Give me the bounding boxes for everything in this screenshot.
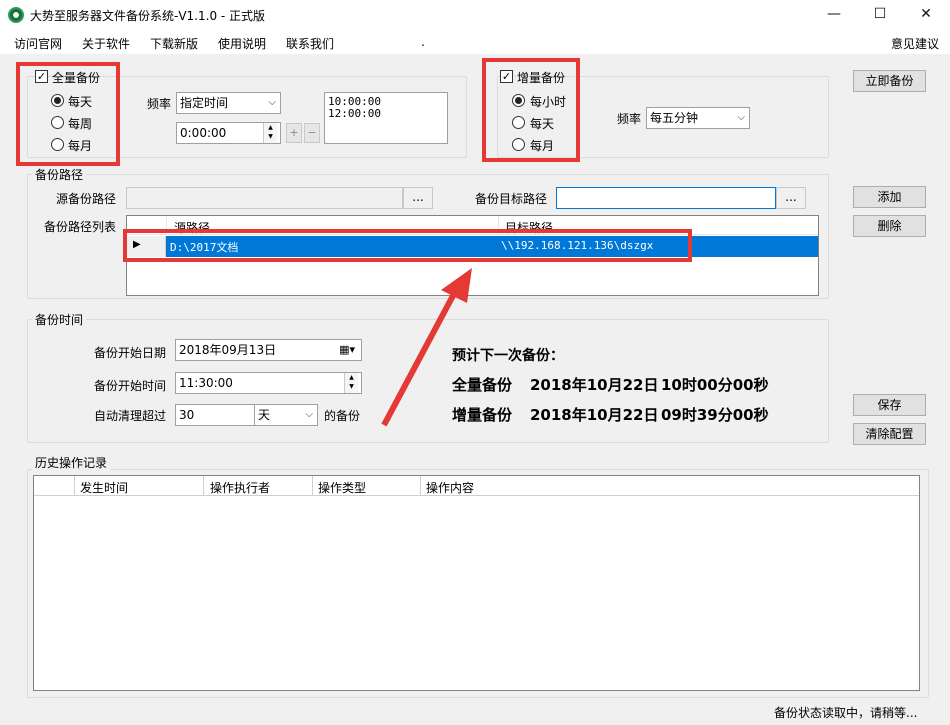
auto-clean-input[interactable]: 30	[175, 404, 255, 426]
full-time-value: 0:00:00	[180, 126, 227, 140]
menu-feedback[interactable]: 意见建议	[891, 35, 939, 52]
full-radio-daily[interactable]	[51, 94, 64, 107]
full-radio-weekly[interactable]	[51, 116, 64, 129]
inc-radio-monthly-label: 每月	[530, 139, 555, 153]
full-time-list[interactable]: 10:00:00 12:00:00	[324, 92, 448, 144]
inc-radio-monthly[interactable]	[512, 138, 525, 151]
history-title: 历史操作记录	[32, 454, 111, 471]
full-freq-value: 指定时间	[180, 96, 229, 110]
full-time-spinner[interactable]: ▲ ▼	[263, 123, 277, 143]
menu-about[interactable]: 关于软件	[82, 35, 130, 52]
spin-up-icon[interactable]: ▲	[264, 123, 277, 132]
history-col-operator[interactable]: 操作执行者	[210, 479, 270, 496]
next-full-time: 10时00分00秒	[661, 376, 769, 394]
backup-now-button[interactable]: 立即备份	[853, 70, 926, 92]
start-time-value: 11:30:00	[179, 376, 233, 390]
menu-download[interactable]: 下载新版	[150, 35, 198, 52]
auto-clean-value: 30	[179, 408, 195, 422]
inc-radio-daily-label: 每天	[530, 117, 555, 131]
save-button[interactable]: 保存	[853, 394, 926, 416]
history-table[interactable]	[33, 475, 920, 691]
chevron-down-icon: ⌵	[268, 97, 276, 108]
start-time-spinner[interactable]: ▲ ▼	[344, 373, 358, 393]
history-header	[34, 476, 919, 496]
clear-config-button[interactable]: 清除配置	[853, 423, 926, 445]
source-path-label: 源备份路径	[56, 192, 117, 206]
next-full-label: 全量备份	[452, 376, 513, 394]
incremental-backup-checkbox[interactable]: ✓	[500, 70, 513, 83]
next-full-date: 2018年10月22日	[530, 376, 659, 394]
inc-freq-label: 频率	[617, 112, 642, 126]
spin-down-icon[interactable]: ▼	[345, 382, 358, 391]
backup-time-title: 备份时间	[32, 311, 87, 328]
app-logo-icon	[8, 7, 24, 23]
next-inc-label: 增量备份	[452, 406, 513, 424]
history-col-time[interactable]: 发生时间	[80, 479, 128, 496]
window-title: 大势至服务器文件备份系统-V1.1.0 - 正式版	[30, 9, 266, 23]
path-list-label: 备份路径列表	[44, 220, 117, 234]
source-browse-button[interactable]: ...	[403, 187, 433, 209]
auto-clean-unit: 天	[258, 408, 271, 422]
incremental-backup-label: 增量备份	[517, 71, 566, 85]
highlight-box-row	[123, 229, 692, 262]
menu-visit-site[interactable]: 访问官网	[14, 35, 62, 52]
inc-radio-daily[interactable]	[512, 116, 525, 129]
add-time-button[interactable]: +	[286, 123, 302, 143]
next-backup-title: 预计下一次备份：	[452, 348, 564, 364]
inc-freq-select[interactable]: 每五分钟 ⌵	[646, 107, 750, 129]
history-col-content[interactable]: 操作内容	[426, 479, 474, 496]
chevron-down-icon: ⌵	[305, 409, 313, 420]
menu-help[interactable]: 使用说明	[218, 35, 266, 52]
target-path-input[interactable]	[556, 187, 776, 209]
start-time-input[interactable]: 11:30:00	[175, 372, 362, 394]
full-radio-weekly-label: 每周	[68, 117, 93, 131]
add-button[interactable]: 添加	[853, 186, 926, 208]
column-divider	[312, 476, 313, 496]
inc-radio-hourly[interactable]	[512, 94, 525, 107]
full-radio-monthly-label: 每月	[68, 139, 93, 153]
source-path-input[interactable]	[126, 187, 403, 209]
target-browse-button[interactable]: ...	[776, 187, 806, 209]
column-divider	[203, 476, 204, 496]
status-text: 备份状态读取中，请稍等...	[774, 706, 918, 720]
chevron-down-icon: ⌵	[737, 112, 745, 123]
column-divider	[74, 476, 75, 496]
auto-clean-suffix: 的备份	[324, 409, 361, 423]
start-date-label: 备份开始日期	[94, 346, 167, 360]
spin-down-icon[interactable]: ▼	[264, 132, 277, 141]
calendar-icon[interactable]: ▦▾	[339, 340, 355, 360]
start-date-value: 2018年09月13日	[179, 343, 277, 357]
menu-dot: .	[421, 35, 425, 49]
auto-clean-unit-select[interactable]: 天 ⌵	[254, 404, 318, 426]
history-col-type[interactable]: 操作类型	[318, 479, 366, 496]
spin-up-icon[interactable]: ▲	[345, 373, 358, 382]
start-date-picker[interactable]: 2018年09月13日 ▦▾	[175, 339, 362, 361]
inc-radio-hourly-label: 每小时	[530, 95, 567, 109]
next-inc-date: 2018年10月22日	[530, 406, 659, 424]
time-list-item[interactable]: 12:00:00	[328, 108, 447, 120]
inc-freq-value: 每五分钟	[650, 111, 699, 125]
full-radio-daily-label: 每天	[68, 95, 93, 109]
close-button[interactable]: ✕	[903, 0, 949, 30]
minimize-button[interactable]: —	[811, 0, 857, 30]
full-backup-label: 全量备份	[52, 71, 101, 85]
next-inc-time: 09时39分00秒	[661, 406, 769, 424]
full-freq-select[interactable]: 指定时间 ⌵	[176, 92, 281, 114]
maximize-button[interactable]: ☐	[857, 0, 903, 30]
column-divider	[420, 476, 421, 496]
target-path-label: 备份目标路径	[475, 192, 548, 206]
menu-bar	[0, 30, 950, 54]
backup-path-title: 备份路径	[32, 166, 87, 183]
auto-clean-label: 自动清理超过	[94, 409, 167, 423]
remove-time-button[interactable]: −	[304, 123, 320, 143]
delete-button[interactable]: 删除	[853, 215, 926, 237]
full-freq-label: 频率	[147, 97, 172, 111]
full-backup-checkbox[interactable]: ✓	[35, 70, 48, 83]
start-time-label: 备份开始时间	[94, 379, 167, 393]
menu-contact[interactable]: 联系我们	[286, 35, 334, 52]
full-radio-monthly[interactable]	[51, 138, 64, 151]
